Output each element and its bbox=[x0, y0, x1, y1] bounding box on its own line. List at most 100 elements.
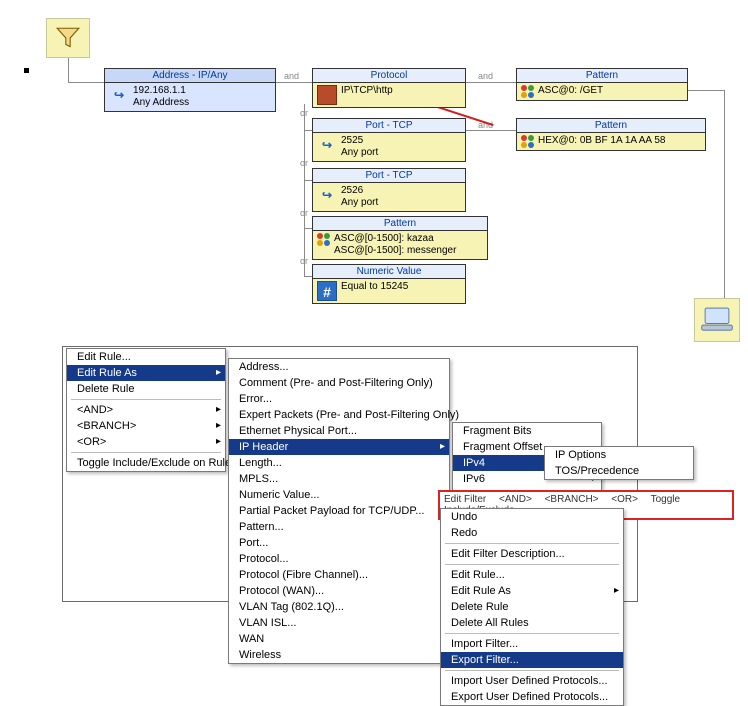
bullet bbox=[24, 68, 29, 73]
menu-item[interactable]: Port... bbox=[229, 535, 449, 551]
tb-editfilter[interactable]: Edit Filter bbox=[444, 494, 486, 505]
pattern-icon bbox=[521, 135, 534, 148]
menu-item[interactable]: Edit Rule... bbox=[67, 349, 225, 365]
menu-item[interactable]: MPLS... bbox=[229, 471, 449, 487]
menu-item[interactable]: Delete Rule bbox=[67, 381, 225, 397]
pattern-icon bbox=[521, 85, 534, 98]
arrow-icon: ↪ bbox=[109, 85, 129, 105]
menu-item[interactable]: Fragment Bits bbox=[453, 423, 601, 439]
menu-item[interactable]: Expert Packets (Pre- and Post-Filtering … bbox=[229, 407, 449, 423]
menu-item[interactable]: Edit Rule... bbox=[441, 567, 623, 583]
menu-item[interactable]: <OR> bbox=[67, 434, 225, 450]
menu-item[interactable]: Pattern... bbox=[229, 519, 449, 535]
context-menu-secondary[interactable]: UndoRedo Edit Filter Description... Edit R… bbox=[440, 508, 624, 706]
tb-and[interactable]: <AND> bbox=[499, 494, 532, 505]
connector bbox=[466, 82, 516, 83]
menu-item[interactable]: Protocol (Fibre Channel)... bbox=[229, 567, 449, 583]
node-title: Address - IP/Any bbox=[105, 69, 275, 83]
menu-item[interactable]: Partial Packet Payload for TCP/UDP... bbox=[229, 503, 449, 519]
menu-item[interactable]: Edit Rule As bbox=[67, 365, 225, 381]
context-menu-main[interactable]: Edit Rule...Edit Rule AsDelete Rule <AND>… bbox=[66, 348, 226, 472]
node-port-2526[interactable]: Port - TCP ↪ 2526 Any port bbox=[312, 168, 466, 212]
menu-item[interactable]: Undo bbox=[441, 509, 623, 525]
menu-separator bbox=[445, 670, 619, 671]
node-text: ASC@[0-1500]: kazaa ASC@[0-1500]: messen… bbox=[334, 233, 456, 257]
menu-item[interactable]: Delete Rule bbox=[441, 599, 623, 615]
menu-separator bbox=[445, 543, 619, 544]
arrow-icon: ↪ bbox=[317, 185, 337, 205]
node-title: Pattern bbox=[517, 69, 687, 83]
tb-branch[interactable]: <BRANCH> bbox=[545, 494, 599, 505]
node-numeric[interactable]: Numeric Value # Equal to 15245 bbox=[312, 264, 466, 304]
menu-item[interactable]: Toggle Include/Exclude on Rule bbox=[67, 455, 225, 471]
menu-item[interactable]: Address... bbox=[229, 359, 449, 375]
node-pattern-kazaa[interactable]: Pattern ASC@[0-1500]: kazaa ASC@[0-1500]… bbox=[312, 216, 488, 260]
node-title: Pattern bbox=[313, 217, 487, 231]
node-title: Port - TCP bbox=[313, 169, 465, 183]
node-address[interactable]: Address - IP/Any ↪ 192.168.1.1 Any Addre… bbox=[104, 68, 276, 112]
node-text: Equal to 15245 bbox=[341, 281, 408, 293]
and-label: and bbox=[478, 71, 493, 81]
and-label: and bbox=[284, 71, 299, 81]
menu-item[interactable]: Ethernet Physical Port... bbox=[229, 423, 449, 439]
menu-item[interactable]: Protocol (WAN)... bbox=[229, 583, 449, 599]
menu-item[interactable]: Export Filter... bbox=[441, 652, 623, 668]
menu-item[interactable]: Numeric Value... bbox=[229, 487, 449, 503]
menu-item[interactable]: Redo bbox=[441, 525, 623, 541]
node-title: Numeric Value bbox=[313, 265, 465, 279]
or-label: or bbox=[300, 108, 308, 118]
submenu-ipv4[interactable]: IP OptionsTOS/Precedence bbox=[544, 446, 694, 480]
canvas: and and and or or or or Address - IP/Any… bbox=[0, 0, 748, 672]
arrow-icon: ↪ bbox=[317, 135, 337, 155]
connector bbox=[68, 58, 69, 82]
hash-icon: # bbox=[317, 281, 337, 301]
menu-separator bbox=[445, 633, 619, 634]
node-pattern-hex[interactable]: Pattern HEX@0: 0B BF 1A 1A AA 58 bbox=[516, 118, 706, 151]
or-label: or bbox=[300, 208, 308, 218]
menu-item[interactable]: VLAN ISL... bbox=[229, 615, 449, 631]
node-pattern-get[interactable]: Pattern ASC@0: /GET bbox=[516, 68, 688, 101]
menu-item[interactable]: Edit Rule As bbox=[441, 583, 623, 599]
menu-item[interactable]: TOS/Precedence bbox=[545, 463, 693, 479]
node-title: Pattern bbox=[517, 119, 705, 133]
node-text: HEX@0: 0B BF 1A 1A AA 58 bbox=[538, 135, 665, 147]
or-label: or bbox=[300, 158, 308, 168]
menu-item[interactable]: Export User Defined Protocols... bbox=[441, 689, 623, 705]
menu-item[interactable]: IP Header bbox=[229, 439, 449, 455]
node-text: 192.168.1.1 Any Address bbox=[133, 85, 189, 109]
menu-item[interactable]: Error... bbox=[229, 391, 449, 407]
menu-item[interactable]: Edit Filter Description... bbox=[441, 546, 623, 562]
menu-item[interactable]: Comment (Pre- and Post-Filtering Only) bbox=[229, 375, 449, 391]
protocol-icon bbox=[317, 85, 337, 105]
menu-item[interactable]: VLAN Tag (802.1Q)... bbox=[229, 599, 449, 615]
menu-item[interactable]: Length... bbox=[229, 455, 449, 471]
menu-item[interactable]: <AND> bbox=[67, 402, 225, 418]
or-label: or bbox=[300, 256, 308, 266]
menu-item[interactable]: Import Filter... bbox=[441, 636, 623, 652]
menu-item[interactable]: WAN bbox=[229, 631, 449, 647]
node-title: Port - TCP bbox=[313, 119, 465, 133]
connector bbox=[276, 82, 312, 83]
menu-item[interactable]: Import User Defined Protocols... bbox=[441, 673, 623, 689]
filter-funnel-icon[interactable] bbox=[46, 18, 90, 58]
node-title: Protocol bbox=[313, 69, 465, 83]
menu-separator bbox=[71, 452, 221, 453]
endpoint-laptop-icon[interactable] bbox=[694, 298, 740, 342]
menu-item[interactable]: Protocol... bbox=[229, 551, 449, 567]
submenu-editruleas[interactable]: Address...Comment (Pre- and Post-Filteri… bbox=[228, 358, 450, 664]
menu-item[interactable]: <BRANCH> bbox=[67, 418, 225, 434]
menu-separator bbox=[71, 399, 221, 400]
tb-or[interactable]: <OR> bbox=[611, 494, 638, 505]
connector bbox=[688, 90, 724, 91]
menu-item[interactable]: IP Options bbox=[545, 447, 693, 463]
node-port-2525[interactable]: Port - TCP ↪ 2525 Any port bbox=[312, 118, 466, 162]
connector bbox=[724, 90, 725, 300]
menu-item[interactable]: Wireless bbox=[229, 647, 449, 663]
menu-item[interactable]: Delete All Rules bbox=[441, 615, 623, 631]
connector bbox=[466, 130, 516, 131]
node-text: 2525 Any port bbox=[341, 135, 378, 159]
pattern-icon bbox=[317, 233, 330, 246]
node-protocol[interactable]: Protocol IP\TCP\http bbox=[312, 68, 466, 108]
node-text: IP\TCP\http bbox=[341, 85, 393, 97]
node-text: ASC@0: /GET bbox=[538, 85, 603, 97]
